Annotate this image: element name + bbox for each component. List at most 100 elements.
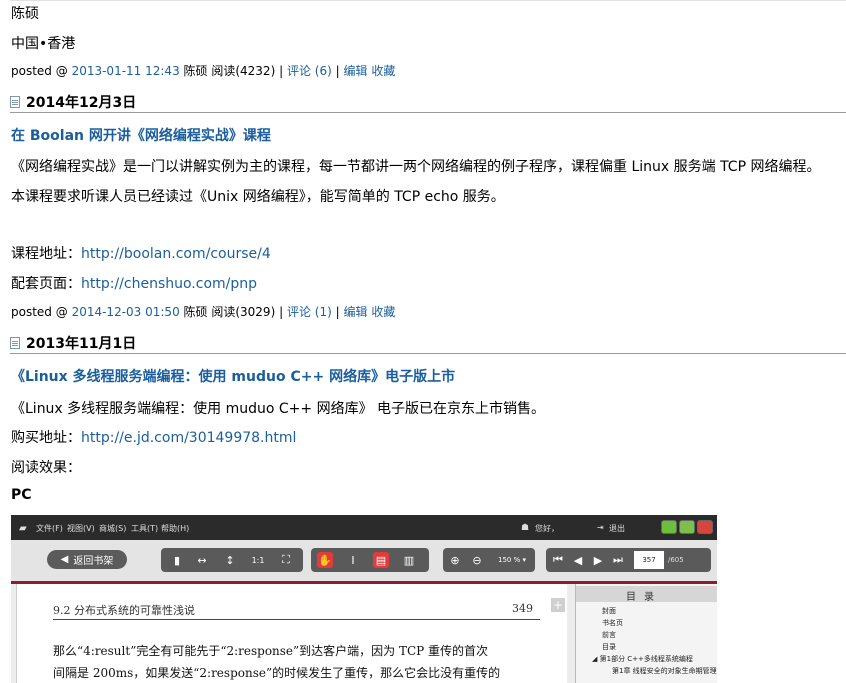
post-datetime-link[interactable]: 2014-12-03 01:50	[72, 305, 180, 319]
day-header: 2013年11月1日	[10, 333, 136, 353]
close-icon[interactable]	[697, 520, 713, 534]
next-page-icon[interactable]: ▶	[590, 552, 606, 568]
post-datetime-link[interactable]: 2013-01-11 12:43	[72, 64, 180, 78]
menu-store[interactable]: 商城(S)	[99, 523, 126, 534]
zoom-out-icon[interactable]: ⊖	[469, 552, 485, 568]
comments-link[interactable]: 评论 (1)	[287, 305, 332, 319]
signature-name: 陈硕	[11, 6, 39, 22]
fit-width-icon[interactable]: ↔	[194, 552, 210, 568]
menu-file[interactable]: 文件(F)	[36, 523, 63, 534]
companion-page: 配套页面：http://chenshuo.com/pnp	[11, 273, 257, 293]
fit-height-icon[interactable]: ↕	[222, 552, 238, 568]
edit-link[interactable]: 编辑	[343, 305, 367, 319]
zoom-in-icon[interactable]: ⊕	[447, 552, 463, 568]
day-divider	[10, 112, 846, 113]
toc-item[interactable]: 封面	[602, 606, 616, 616]
toc-header: 目录	[576, 586, 717, 603]
back-label: 返回书架	[73, 556, 114, 567]
edit-link[interactable]: 编辑	[343, 64, 367, 78]
toc-item[interactable]: 前言	[602, 630, 616, 640]
fullscreen-icon[interactable]: ⛶	[278, 552, 294, 568]
page-number-input[interactable]: 357	[634, 551, 664, 569]
toc-item[interactable]: 目录	[602, 642, 616, 652]
separator: |	[279, 64, 284, 78]
view-tools: ▮ ↔ ↕ 1:1 ⛶	[161, 548, 303, 572]
separator: |	[335, 64, 340, 78]
day-header: 2014年12月3日	[10, 92, 136, 112]
buy-url-link[interactable]: http://e.jd.com/30149978.html	[81, 430, 296, 446]
arrow-left-icon: ◀	[60, 554, 69, 565]
document-icon	[10, 337, 20, 349]
zoom-value: 150 %	[498, 556, 521, 564]
greeting: 您好，	[535, 524, 559, 533]
pc-heading: PC	[11, 487, 32, 503]
book-text-line: 那么“4:result”完全有可能先于“2:response”到达客户端，因为 …	[53, 644, 489, 658]
page-nav: ⏮ ◀ ▶ ⏭ 357 /605	[546, 548, 711, 572]
user-icon: ☗	[521, 523, 530, 533]
page-label: 配套页面：	[11, 276, 81, 292]
logout-link[interactable]: 退出	[609, 523, 625, 534]
day-date: 2014年12月3日	[26, 95, 137, 111]
book-icon: ▰	[19, 523, 27, 534]
page-header-title: 9.2 分布式系统的可靠性浅说	[53, 604, 195, 617]
post-paragraph: 《网络编程实战》是一门以讲解实例为主的课程，每一节都讲一两个网络编程的例子程序，…	[11, 159, 821, 175]
course-address: 课程地址：http://boolan.com/course/4	[11, 243, 271, 263]
double-page-icon[interactable]: ▥	[401, 552, 417, 568]
post-meta: posted @ 2013-01-11 12:43 陈硕 阅读(4232) | …	[11, 62, 395, 79]
posted-prefix: posted @	[11, 305, 68, 319]
post-meta: posted @ 2014-12-03 01:50 陈硕 阅读(3029) | …	[11, 303, 395, 320]
separator: |	[335, 305, 340, 319]
post-paragraph: 本课程要求听课人员已经读过《Unix 网络编程》，能写简单的 TCP echo …	[11, 189, 505, 205]
buy-label: 购买地址：	[11, 430, 81, 446]
single-page-icon[interactable]: ▤	[373, 552, 389, 568]
course-label: 课程地址：	[11, 246, 81, 262]
maximize-icon[interactable]	[679, 520, 695, 534]
buy-address: 购买地址：http://e.jd.com/30149978.html	[11, 427, 296, 447]
reading-effect-label: 阅读效果：	[11, 460, 81, 476]
expand-icon: ◢	[592, 655, 600, 663]
page-url-link[interactable]: http://chenshuo.com/pnp	[81, 276, 257, 292]
favorite-link[interactable]: 收藏	[371, 64, 395, 78]
author-reads: 陈硕 阅读(4232)	[183, 64, 276, 78]
reader-toolbar: ◀ 返回书架 ▮ ↔ ↕ 1:1 ⛶ ✋ I ▤ ▥ ⊕ ⊖ 150 % ▾ ⏮…	[11, 540, 717, 584]
toc-item[interactable]: ◢ 第1部分 C++多线程系统编程	[592, 654, 693, 664]
reader-menubar: ▰ 文件(F) 视图(V) 商城(S) 工具(T) 帮助(H) ☗ 您好， ⇥ …	[11, 515, 717, 540]
last-page-icon[interactable]: ⏭	[610, 552, 626, 568]
separator: |	[279, 305, 284, 319]
comments-link[interactable]: 评论 (6)	[287, 64, 332, 78]
menu-tools[interactable]: 工具(T)	[131, 523, 158, 534]
toc-item[interactable]: 第1章 线程安全的对象生命期管理	[612, 666, 717, 676]
back-to-shelf-button[interactable]: ◀ 返回书架	[47, 550, 127, 569]
toc-title: 目录	[626, 592, 662, 603]
author-reads: 陈硕 阅读(3029)	[183, 305, 276, 319]
book-page: 9.2 分布式系统的可靠性浅说 349 那么“4:result”完全有可能先于“…	[16, 584, 567, 683]
day-date: 2013年11月1日	[26, 336, 137, 352]
logout-icon: ⇥	[597, 523, 604, 532]
posted-prefix: posted @	[11, 64, 68, 78]
zoom-tools: ⊕ ⊖ 150 % ▾	[443, 548, 535, 572]
toc-panel: 目录 封面 书名页 前言 目录 ◢ 第1部分 C++多线程系统编程 第1章 线程…	[575, 584, 717, 683]
menu-view[interactable]: 视图(V)	[67, 523, 95, 534]
post-title-link[interactable]: 在 Boolan 网开讲《网络编程实战》课程	[11, 125, 271, 145]
zoom-select[interactable]: 150 % ▾	[493, 552, 531, 568]
menu-help[interactable]: 帮助(H)	[161, 523, 189, 534]
signature-location: 中国•香港	[11, 36, 76, 52]
bookmark-icon[interactable]: ▮	[169, 552, 185, 568]
reader-screenshot: ▰ 文件(F) 视图(V) 商城(S) 工具(T) 帮助(H) ☗ 您好， ⇥ …	[11, 515, 717, 683]
toc-item-label: 第1部分 C++多线程系统编程	[599, 655, 693, 663]
favorite-link[interactable]: 收藏	[371, 305, 395, 319]
prev-page-icon[interactable]: ◀	[570, 552, 586, 568]
minimize-icon[interactable]	[661, 520, 677, 534]
window-controls	[661, 520, 713, 534]
course-url-link[interactable]: http://boolan.com/course/4	[81, 246, 271, 262]
mode-tools: ✋ I ▤ ▥	[311, 548, 429, 572]
add-note-icon[interactable]: +	[551, 598, 565, 612]
actual-size-icon[interactable]: 1:1	[250, 552, 266, 568]
day-divider	[10, 353, 846, 354]
toc-item[interactable]: 书名页	[602, 618, 623, 628]
post-title-link[interactable]: 《Linux 多线程服务端编程：使用 muduo C++ 网络库》电子版上市	[11, 366, 455, 386]
page-total: /605	[668, 556, 684, 564]
first-page-icon[interactable]: ⏮	[550, 552, 566, 568]
hand-tool-icon[interactable]: ✋	[317, 552, 333, 568]
select-text-icon[interactable]: I	[345, 552, 361, 568]
